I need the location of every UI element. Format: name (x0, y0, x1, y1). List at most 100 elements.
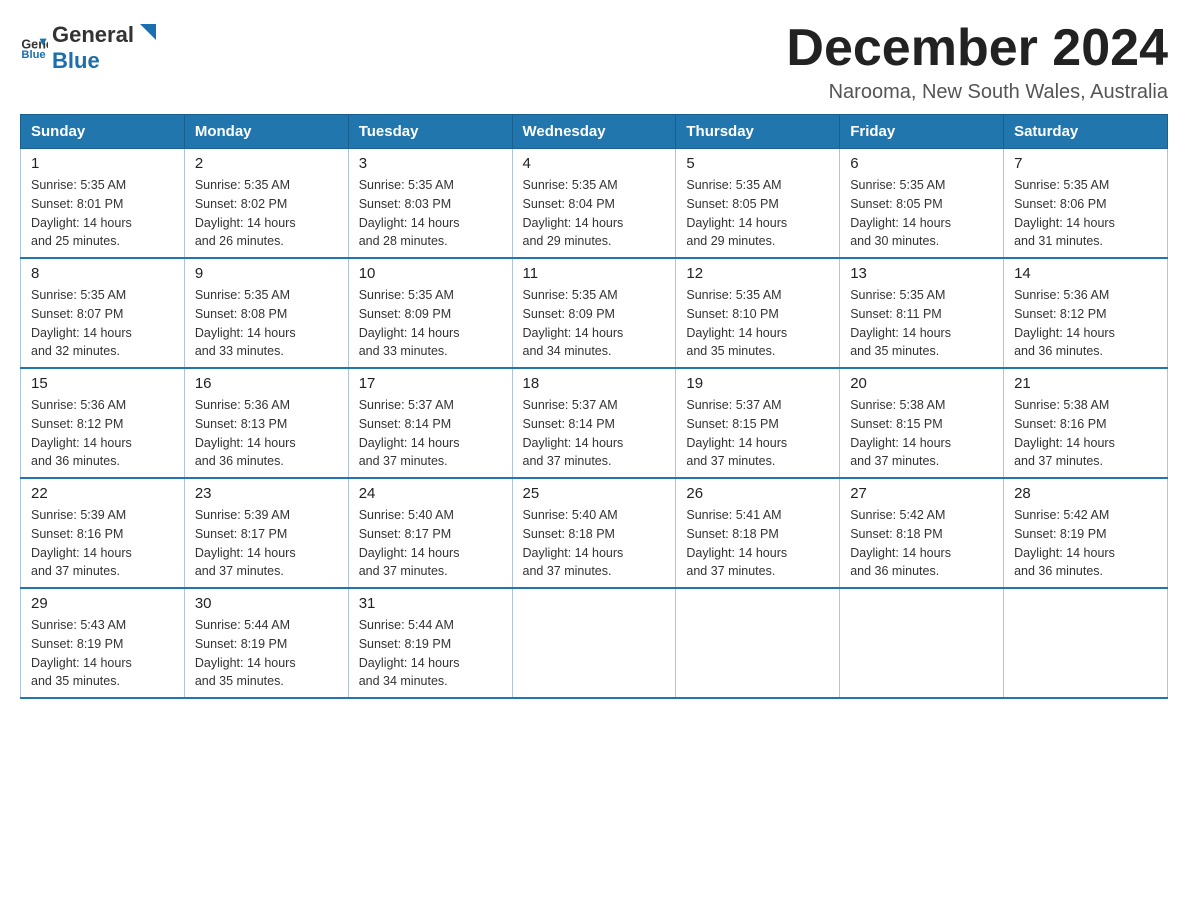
col-wednesday: Wednesday (512, 115, 676, 149)
day-info: Sunrise: 5:35 AM Sunset: 8:08 PM Dayligh… (195, 286, 338, 361)
day-info: Sunrise: 5:35 AM Sunset: 8:10 PM Dayligh… (686, 286, 829, 361)
table-row: 31 Sunrise: 5:44 AM Sunset: 8:19 PM Dayl… (348, 588, 512, 698)
day-number: 12 (686, 265, 829, 282)
col-monday: Monday (184, 115, 348, 149)
day-info: Sunrise: 5:35 AM Sunset: 8:07 PM Dayligh… (31, 286, 174, 361)
col-tuesday: Tuesday (348, 115, 512, 149)
day-info: Sunrise: 5:36 AM Sunset: 8:12 PM Dayligh… (1014, 286, 1157, 361)
table-row: 25 Sunrise: 5:40 AM Sunset: 8:18 PM Dayl… (512, 478, 676, 588)
table-row: 21 Sunrise: 5:38 AM Sunset: 8:16 PM Dayl… (1004, 368, 1168, 478)
day-number: 4 (523, 155, 666, 172)
day-number: 13 (850, 265, 993, 282)
table-row: 17 Sunrise: 5:37 AM Sunset: 8:14 PM Dayl… (348, 368, 512, 478)
day-number: 28 (1014, 485, 1157, 502)
day-info: Sunrise: 5:39 AM Sunset: 8:17 PM Dayligh… (195, 506, 338, 581)
table-row (840, 588, 1004, 698)
logo-icon: General Blue (20, 33, 48, 61)
logo: General Blue General Blue (20, 20, 160, 74)
day-info: Sunrise: 5:35 AM Sunset: 8:06 PM Dayligh… (1014, 176, 1157, 251)
day-info: Sunrise: 5:35 AM Sunset: 8:02 PM Dayligh… (195, 176, 338, 251)
table-row: 7 Sunrise: 5:35 AM Sunset: 8:06 PM Dayli… (1004, 149, 1168, 259)
table-row: 12 Sunrise: 5:35 AM Sunset: 8:10 PM Dayl… (676, 258, 840, 368)
table-row: 3 Sunrise: 5:35 AM Sunset: 8:03 PM Dayli… (348, 149, 512, 259)
table-row: 9 Sunrise: 5:35 AM Sunset: 8:08 PM Dayli… (184, 258, 348, 368)
day-number: 10 (359, 265, 502, 282)
table-row: 22 Sunrise: 5:39 AM Sunset: 8:16 PM Dayl… (21, 478, 185, 588)
day-info: Sunrise: 5:35 AM Sunset: 8:11 PM Dayligh… (850, 286, 993, 361)
day-info: Sunrise: 5:44 AM Sunset: 8:19 PM Dayligh… (359, 616, 502, 691)
day-info: Sunrise: 5:35 AM Sunset: 8:03 PM Dayligh… (359, 176, 502, 251)
day-info: Sunrise: 5:44 AM Sunset: 8:19 PM Dayligh… (195, 616, 338, 691)
day-number: 7 (1014, 155, 1157, 172)
day-number: 21 (1014, 375, 1157, 392)
calendar-week-row: 1 Sunrise: 5:35 AM Sunset: 8:01 PM Dayli… (21, 149, 1168, 259)
table-row: 29 Sunrise: 5:43 AM Sunset: 8:19 PM Dayl… (21, 588, 185, 698)
day-info: Sunrise: 5:42 AM Sunset: 8:19 PM Dayligh… (1014, 506, 1157, 581)
table-row: 11 Sunrise: 5:35 AM Sunset: 8:09 PM Dayl… (512, 258, 676, 368)
day-number: 25 (523, 485, 666, 502)
month-title: December 2024 (786, 20, 1168, 77)
table-row: 14 Sunrise: 5:36 AM Sunset: 8:12 PM Dayl… (1004, 258, 1168, 368)
title-block: December 2024 Narooma, New South Wales, … (786, 20, 1168, 104)
day-number: 2 (195, 155, 338, 172)
table-row: 6 Sunrise: 5:35 AM Sunset: 8:05 PM Dayli… (840, 149, 1004, 259)
day-number: 26 (686, 485, 829, 502)
day-number: 17 (359, 375, 502, 392)
table-row: 23 Sunrise: 5:39 AM Sunset: 8:17 PM Dayl… (184, 478, 348, 588)
table-row: 1 Sunrise: 5:35 AM Sunset: 8:01 PM Dayli… (21, 149, 185, 259)
day-info: Sunrise: 5:40 AM Sunset: 8:17 PM Dayligh… (359, 506, 502, 581)
table-row: 19 Sunrise: 5:37 AM Sunset: 8:15 PM Dayl… (676, 368, 840, 478)
day-info: Sunrise: 5:39 AM Sunset: 8:16 PM Dayligh… (31, 506, 174, 581)
col-saturday: Saturday (1004, 115, 1168, 149)
table-row: 18 Sunrise: 5:37 AM Sunset: 8:14 PM Dayl… (512, 368, 676, 478)
day-info: Sunrise: 5:35 AM Sunset: 8:01 PM Dayligh… (31, 176, 174, 251)
table-row: 8 Sunrise: 5:35 AM Sunset: 8:07 PM Dayli… (21, 258, 185, 368)
calendar-week-row: 22 Sunrise: 5:39 AM Sunset: 8:16 PM Dayl… (21, 478, 1168, 588)
col-friday: Friday (840, 115, 1004, 149)
day-info: Sunrise: 5:35 AM Sunset: 8:05 PM Dayligh… (850, 176, 993, 251)
day-info: Sunrise: 5:35 AM Sunset: 8:05 PM Dayligh… (686, 176, 829, 251)
calendar-week-row: 15 Sunrise: 5:36 AM Sunset: 8:12 PM Dayl… (21, 368, 1168, 478)
table-row: 13 Sunrise: 5:35 AM Sunset: 8:11 PM Dayl… (840, 258, 1004, 368)
day-number: 5 (686, 155, 829, 172)
day-info: Sunrise: 5:43 AM Sunset: 8:19 PM Dayligh… (31, 616, 174, 691)
day-number: 20 (850, 375, 993, 392)
table-row: 30 Sunrise: 5:44 AM Sunset: 8:19 PM Dayl… (184, 588, 348, 698)
calendar-table: Sunday Monday Tuesday Wednesday Thursday… (20, 114, 1168, 699)
day-info: Sunrise: 5:36 AM Sunset: 8:13 PM Dayligh… (195, 396, 338, 471)
col-sunday: Sunday (21, 115, 185, 149)
day-number: 8 (31, 265, 174, 282)
table-row (512, 588, 676, 698)
day-number: 23 (195, 485, 338, 502)
calendar-week-row: 8 Sunrise: 5:35 AM Sunset: 8:07 PM Dayli… (21, 258, 1168, 368)
day-number: 6 (850, 155, 993, 172)
table-row: 16 Sunrise: 5:36 AM Sunset: 8:13 PM Dayl… (184, 368, 348, 478)
day-info: Sunrise: 5:40 AM Sunset: 8:18 PM Dayligh… (523, 506, 666, 581)
day-number: 24 (359, 485, 502, 502)
day-number: 22 (31, 485, 174, 502)
day-number: 9 (195, 265, 338, 282)
day-number: 19 (686, 375, 829, 392)
table-row: 2 Sunrise: 5:35 AM Sunset: 8:02 PM Dayli… (184, 149, 348, 259)
day-info: Sunrise: 5:37 AM Sunset: 8:15 PM Dayligh… (686, 396, 829, 471)
day-number: 15 (31, 375, 174, 392)
calendar-week-row: 29 Sunrise: 5:43 AM Sunset: 8:19 PM Dayl… (21, 588, 1168, 698)
day-number: 11 (523, 265, 666, 282)
day-info: Sunrise: 5:37 AM Sunset: 8:14 PM Dayligh… (359, 396, 502, 471)
day-info: Sunrise: 5:36 AM Sunset: 8:12 PM Dayligh… (31, 396, 174, 471)
table-row (676, 588, 840, 698)
table-row: 4 Sunrise: 5:35 AM Sunset: 8:04 PM Dayli… (512, 149, 676, 259)
table-row: 26 Sunrise: 5:41 AM Sunset: 8:18 PM Dayl… (676, 478, 840, 588)
table-row: 28 Sunrise: 5:42 AM Sunset: 8:19 PM Dayl… (1004, 478, 1168, 588)
day-number: 14 (1014, 265, 1157, 282)
day-info: Sunrise: 5:37 AM Sunset: 8:14 PM Dayligh… (523, 396, 666, 471)
day-info: Sunrise: 5:38 AM Sunset: 8:16 PM Dayligh… (1014, 396, 1157, 471)
col-thursday: Thursday (676, 115, 840, 149)
table-row: 20 Sunrise: 5:38 AM Sunset: 8:15 PM Dayl… (840, 368, 1004, 478)
location-title: Narooma, New South Wales, Australia (786, 81, 1168, 104)
svg-text:Blue: Blue (21, 49, 45, 61)
day-number: 30 (195, 595, 338, 612)
table-row: 10 Sunrise: 5:35 AM Sunset: 8:09 PM Dayl… (348, 258, 512, 368)
day-number: 29 (31, 595, 174, 612)
day-number: 31 (359, 595, 502, 612)
